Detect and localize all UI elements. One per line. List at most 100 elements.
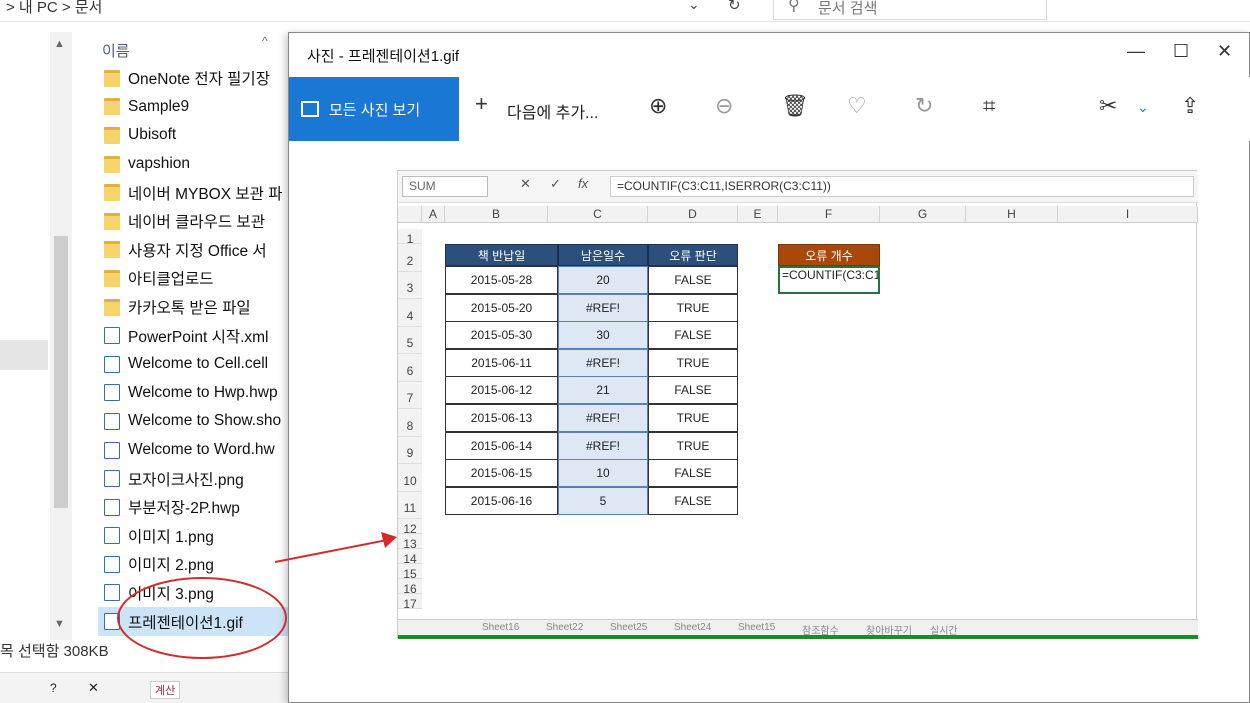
table-cell: 2015-06-15 bbox=[445, 459, 558, 488]
table-cell: TRUE bbox=[648, 404, 738, 432]
file-name: Welcome to Word.hw bbox=[128, 441, 275, 459]
table-cell: 2015-05-30 bbox=[445, 321, 558, 350]
table-cell: #REF! bbox=[558, 293, 648, 322]
zoom-in-icon[interactable]: ⊕ bbox=[649, 93, 667, 119]
edit-icon[interactable]: ✂ bbox=[1099, 93, 1117, 119]
rotate-icon[interactable]: ↻ bbox=[915, 93, 933, 119]
sheet-tab: Sheet15 bbox=[738, 622, 776, 633]
file-icon bbox=[104, 527, 120, 545]
column-header-name[interactable]: 이름 bbox=[102, 40, 130, 61]
file-list-item[interactable]: 카카오톡 받은 파일 bbox=[98, 293, 288, 322]
file-list-item[interactable]: 네이버 MYBOX 보관 파 bbox=[98, 178, 288, 207]
formula-bar: SUM ✕ ✓ fx =COUNTIF(C3:C11,ISERROR(C3:C1… bbox=[398, 171, 1198, 203]
file-name: PowerPoint 시작.xml bbox=[128, 328, 269, 346]
file-name: 네이버 클라우드 보관 bbox=[128, 214, 265, 232]
folder-icon bbox=[104, 98, 120, 116]
file-list-item[interactable]: Welcome to Show.sho bbox=[98, 407, 288, 436]
close-icon[interactable]: ✕ bbox=[1217, 41, 1232, 62]
formula-text: =COUNTIF(C3:C11,ISERROR(C3:C11)) bbox=[610, 176, 1194, 197]
breadcrumb[interactable]: > 내 PC > 문서 bbox=[6, 0, 102, 17]
crop-icon[interactable]: ⌗ bbox=[983, 93, 995, 119]
table-header-cell: 오류 판단 bbox=[648, 244, 738, 266]
enter-icon: ✓ bbox=[550, 176, 561, 191]
nav-selected-item[interactable] bbox=[0, 340, 48, 370]
chevron-down-icon[interactable]: ⌄ bbox=[688, 0, 700, 13]
file-list-item[interactable]: 이미지 1.png bbox=[98, 522, 288, 551]
maximize-icon[interactable]: ☐ bbox=[1173, 41, 1189, 62]
table-cell: TRUE bbox=[648, 431, 738, 460]
red-circle-annotation bbox=[117, 577, 287, 659]
share-icon[interactable]: ⇪ bbox=[1181, 93, 1199, 119]
photos-app-window: 사진 - 프레젠테이션1.gif — ☐ ✕ 모든 사진 보기 + 다음에 추가… bbox=[288, 32, 1250, 703]
row-header: 11 bbox=[398, 492, 422, 519]
file-name: 네이버 MYBOX 보관 파 bbox=[128, 185, 283, 203]
see-all-photos-label: 모든 사진 보기 bbox=[329, 101, 421, 119]
address-bar[interactable]: > 내 PC > 문서 ⌄ ↻ ⚲ 문서 검색 bbox=[0, 0, 1250, 22]
file-list-item[interactable]: Ubisoft bbox=[98, 121, 288, 150]
file-icon bbox=[104, 384, 120, 402]
table-cell: 2015-05-20 bbox=[445, 293, 558, 322]
file-list-item[interactable]: Welcome to Cell.cell bbox=[98, 350, 288, 379]
row-header: 7 bbox=[398, 382, 422, 409]
column-header: G bbox=[880, 206, 966, 223]
file-icon bbox=[104, 498, 120, 516]
file-name: vapshion bbox=[128, 155, 191, 173]
address-controls[interactable]: ⌄ ↻ bbox=[680, 0, 760, 18]
scroll-down-icon[interactable]: ▼ bbox=[54, 618, 65, 630]
file-list-item[interactable]: 사용자 지정 Office 서 bbox=[98, 236, 288, 265]
table-cell: FALSE bbox=[648, 376, 738, 405]
formula-buttons: ✕ ✓ fx bbox=[514, 176, 604, 197]
file-list-item[interactable]: vapshion bbox=[98, 150, 288, 179]
column-header: F bbox=[778, 206, 880, 223]
file-icon bbox=[104, 441, 120, 459]
table-cell: 2015-06-11 bbox=[445, 348, 558, 377]
row-header: 1 bbox=[398, 229, 422, 246]
zoom-out-icon[interactable]: ⊖ bbox=[715, 93, 733, 119]
file-list-item[interactable]: 이미지 2.png bbox=[98, 550, 288, 579]
sort-up-icon: ^ bbox=[262, 34, 268, 48]
delete-icon[interactable]: 🗑 bbox=[781, 93, 809, 119]
file-name: 아티클업로드 bbox=[128, 271, 214, 289]
scrollbar-thumb[interactable] bbox=[54, 236, 68, 508]
chevron-down-icon[interactable]: ⌄ bbox=[1137, 99, 1149, 116]
folder-icon bbox=[104, 241, 120, 259]
file-list-item[interactable]: OneNote 전자 필기장 bbox=[98, 64, 288, 93]
row-header: 5 bbox=[398, 327, 422, 354]
file-list-item[interactable]: Welcome to Hwp.hwp bbox=[98, 379, 288, 408]
refresh-icon[interactable]: ↻ bbox=[728, 0, 741, 14]
formula-edit-cell: =COUNTIF(C3:C11,ISERROR(C3 bbox=[778, 266, 880, 294]
row-header: 16 bbox=[398, 579, 422, 596]
help-button[interactable]: ? bbox=[50, 681, 57, 695]
file-list-item[interactable]: 모자이크사진.png bbox=[98, 464, 288, 493]
plus-icon[interactable]: + bbox=[475, 91, 488, 117]
function-icon: fx bbox=[578, 176, 589, 191]
see-all-photos-button[interactable]: 모든 사진 보기 bbox=[289, 77, 459, 141]
search-input[interactable]: ⚲ 문서 검색 bbox=[773, 0, 1047, 20]
file-list: OneNote 전자 필기장 Sample9 Ubisoft vapshion 네이버 … bbox=[98, 64, 288, 636]
file-list-item[interactable]: Welcome to Word.hw bbox=[98, 436, 288, 465]
sheet-tab: Sheet24 bbox=[674, 622, 712, 633]
search-icon: ⚲ bbox=[788, 0, 800, 14]
heart-icon[interactable]: ♡ bbox=[847, 93, 867, 119]
file-name: Sample9 bbox=[128, 97, 190, 115]
file-list-item[interactable]: Sample9 bbox=[98, 93, 288, 122]
table-cell: TRUE bbox=[648, 348, 738, 377]
folder-icon bbox=[104, 184, 120, 202]
file-name: 사용자 지정 Office 서 bbox=[128, 242, 267, 260]
table-cell: #REF! bbox=[558, 431, 648, 460]
file-list-item[interactable]: 부분저장-2P.hwp bbox=[98, 493, 288, 522]
column-header: B bbox=[445, 206, 548, 223]
file-list-item[interactable]: PowerPoint 시작.xml bbox=[98, 321, 288, 350]
row-header: 10 bbox=[398, 464, 422, 492]
folder-icon bbox=[104, 69, 120, 87]
spreadsheet-image: SUM ✕ ✓ fx =COUNTIF(C3:C11,ISERROR(C3:C1… bbox=[397, 170, 1198, 639]
add-to-button[interactable]: 다음에 추가... bbox=[507, 99, 598, 123]
file-list-item[interactable]: 아티클업로드 bbox=[98, 264, 288, 293]
close-button[interactable]: ✕ bbox=[88, 680, 99, 696]
file-list-item[interactable]: 네이버 클라우드 보관 bbox=[98, 207, 288, 236]
table-cell: 21 bbox=[558, 376, 648, 405]
table-cell: 20 bbox=[558, 266, 648, 294]
row-header: 3 bbox=[398, 272, 422, 299]
minimize-icon[interactable]: — bbox=[1127, 41, 1145, 62]
scroll-up-icon[interactable]: ▲ bbox=[54, 38, 65, 50]
